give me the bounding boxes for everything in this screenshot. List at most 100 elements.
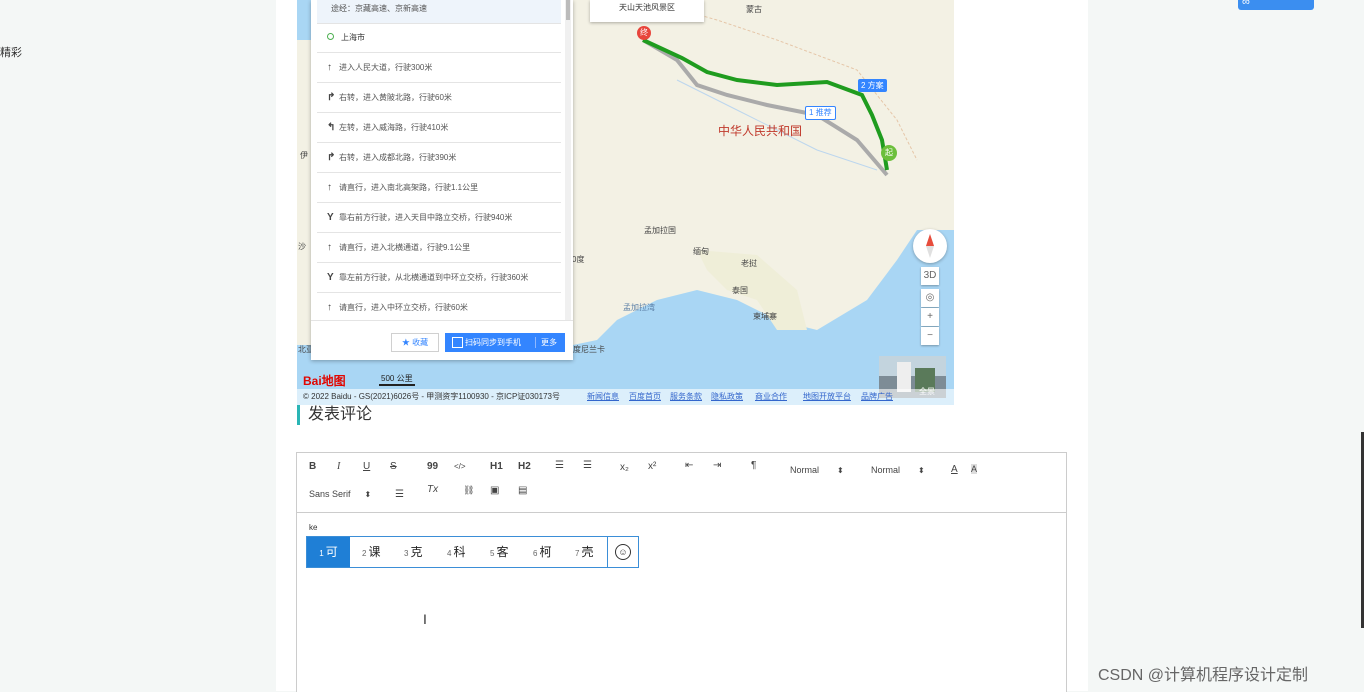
3d-button[interactable]: 3D [921,267,939,285]
locate-button[interactable]: ◎ [921,289,939,307]
map-scale: 500 公里 [379,373,415,386]
link-brand-ads[interactable]: 品牌广告 [861,389,893,405]
compass-icon [926,234,934,258]
bold-button[interactable]: B [309,461,316,472]
video-button[interactable]: ▤ [518,485,527,496]
ime-candidate[interactable]: 7壳 [575,537,593,567]
candidate-number: 4 [447,549,452,558]
underline-button[interactable]: U [363,461,370,472]
straight-arrow-icon: ↑ [327,62,332,73]
label-cambodia: 柬埔寨 [753,312,777,321]
candidate-char: 壳 [581,545,594,559]
ordered-list-button[interactable]: ☰ [555,460,564,471]
route-step[interactable]: ↱ 右转，进入黄陂北路，行驶60米 [317,83,561,113]
route-step[interactable]: ↑ 请直行，进入南北高架路，行驶1.1公里 [317,173,561,203]
map-copyright-bar: © 2022 Baidu - GS(2021)6026号 - 甲测资字11009… [297,389,954,405]
superscript-button[interactable]: x² [648,461,656,472]
blockquote-button[interactable]: 99 [427,461,438,472]
header-select[interactable]: Normal ⬍ [871,465,925,475]
route-map[interactable]: 蒙古 中华人民共和国 孟加拉国 缅甸 老挝 泰国 柬埔寨 孟加拉湾 伊 沙 0度… [297,0,954,405]
marker-end[interactable]: 终 [637,26,651,40]
outdent-button[interactable]: ⇤ [685,460,693,471]
sync-phone-button[interactable]: 扫码同步到手机 更多 [445,333,565,352]
link-button[interactable]: ⛓ [463,485,474,496]
zoom-in-button[interactable]: + [921,308,939,326]
image-button[interactable]: ▣ [490,485,499,496]
route-step-list[interactable]: 途经：京藏高速、京新高速 上海市 ↑ 进入人民大道，行驶300米 ↱ 右转，进入黄陂北… [317,0,561,318]
editor-content-area[interactable]: ke 1可 2课 3克 4科 5客 6柯 7壳 ☺ I [297,513,1066,692]
route-scrollbar[interactable] [565,0,571,320]
route-step[interactable]: Y 靠右前方行驶，进入天目中路立交桥，行驶940米 [317,203,561,233]
route-panel: 途经：京藏高速、京新高速 上海市 ↑ 进入人民大道，行驶300米 ↱ 右转，进入黄陂北… [311,0,573,360]
favorite-label: 收藏 [412,338,429,347]
link-terms[interactable]: 服务条款 [670,389,702,405]
link-baidu-home[interactable]: 百度首页 [629,389,661,405]
emoji-icon[interactable]: ☺ [615,544,631,560]
route-step[interactable]: ↱ 右转，进入成都北路，行驶390米 [317,143,561,173]
text-direction-button[interactable]: ¶ [751,460,756,471]
route-step[interactable]: ↑ 进入人民大道，行驶300米 [317,53,561,83]
candidate-char: 客 [496,545,509,559]
link-business[interactable]: 商业合作 [755,389,787,405]
favorite-button[interactable]: ★ 收藏 [391,333,439,352]
text-color-button[interactable]: A [951,464,958,475]
ime-candidate[interactable]: 3克 [404,537,422,567]
top-badge-button[interactable]: ∞ [1238,0,1314,10]
marker-recommended[interactable]: 1 推荐 [805,106,836,120]
route-step-text: 右转，进入成都北路，行驶390米 [339,153,457,162]
select-arrows-icon: ⬍ [364,490,372,499]
zoom-out-button[interactable]: − [921,327,939,345]
italic-button[interactable]: I [337,461,340,472]
text-cursor-icon: I [423,611,427,627]
size-select-value: Normal [790,465,820,475]
header2-button[interactable]: H2 [518,461,531,472]
align-button[interactable]: ☰ [395,489,404,500]
marker-alternative[interactable]: 2 方案 [858,79,887,92]
candidate-char: 课 [368,545,381,559]
route-destination[interactable]: 上海市 [317,24,561,53]
keep-left-icon: Y [327,272,334,283]
link-open-platform[interactable]: 地图开放平台 [803,389,851,405]
route-step[interactable]: ↰ 左转，进入威海路，行驶410米 [317,113,561,143]
code-block-button[interactable]: </> [454,462,466,471]
clean-format-button[interactable]: Tx [427,484,438,495]
ime-candidate-bar: 1可 2课 3克 4科 5客 6柯 7壳 ☺ [306,536,639,568]
indent-button[interactable]: ⇥ [713,460,721,471]
map-info-box[interactable]: 天山天池风景区 [590,0,704,22]
candidate-char: 可 [325,545,338,559]
link-news[interactable]: 新闻信息 [587,389,619,405]
label-bangladesh: 孟加拉国 [644,226,676,235]
candidate-number: 5 [490,549,495,558]
route-step[interactable]: ↑ 请直行，进入北横通道，行驶9.1公里 [317,233,561,263]
marker-start[interactable]: 起 [881,145,897,161]
ime-candidate[interactable]: 2课 [362,537,380,567]
ime-candidate[interactable]: 5客 [490,537,508,567]
ime-candidate[interactable]: 4科 [447,537,465,567]
font-select[interactable]: Sans Serif ⬍ [309,489,371,499]
strike-button[interactable]: S [390,461,397,472]
route-scrollbar-thumb[interactable] [566,0,570,20]
route-step-text: 右转，进入黄陂北路，行驶60米 [339,93,452,102]
route-actions: ★ 收藏 扫码同步到手机 更多 [311,320,573,361]
editor-toolbar: B I U S 99 </> H1 H2 ☰ ☰ x₂ x² ⇤ ⇥ ¶ Nor… [297,453,1066,513]
destination-dot-icon [327,33,334,40]
bullet-list-button[interactable]: ☰ [583,460,592,471]
more-button[interactable]: 更多 [541,333,557,352]
candidate-char: 柯 [539,545,552,559]
link-privacy[interactable]: 隐私政策 [711,389,743,405]
keep-right-icon: Y [327,212,334,223]
background-color-button[interactable]: A [971,464,978,474]
font-select-value: Sans Serif [309,489,351,499]
compass-control[interactable] [913,229,947,263]
select-arrows-icon: ⬍ [837,466,844,475]
route-step[interactable]: Y 靠左前方行驶，从北横通道到中环立交桥，行驶360米 [317,263,561,293]
route-step[interactable]: ↑ 请直行，进入中环立交桥，行驶60米 [317,293,561,318]
ime-candidate[interactable]: 6柯 [533,537,551,567]
ime-candidate[interactable]: 1可 [307,537,350,567]
size-select[interactable]: Normal ⬍ [790,465,844,475]
qr-icon [452,337,463,348]
subscript-button[interactable]: x₂ [620,462,629,473]
copyright-text: © 2022 Baidu - GS(2021)6026号 - 甲测资字11009… [303,392,560,401]
header1-button[interactable]: H1 [490,461,503,472]
route-step-text: 进入人民大道，行驶300米 [339,63,433,72]
